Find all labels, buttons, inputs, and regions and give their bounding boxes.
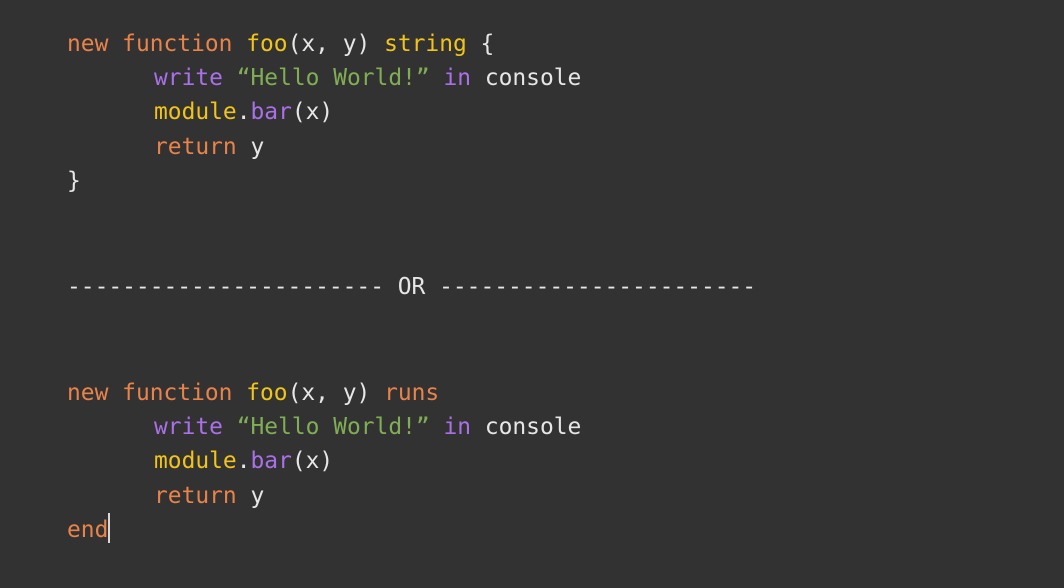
- code-line[interactable]: return y: [154, 130, 264, 164]
- code-line[interactable]: new function foo(x, y) string {: [67, 27, 494, 61]
- code-line[interactable]: end: [67, 513, 110, 547]
- code-token: foo: [246, 380, 288, 406]
- code-token: .: [236, 448, 251, 474]
- code-line[interactable]: write “Hello World!” in console: [154, 410, 581, 444]
- code-line[interactable]: module.bar(x): [154, 95, 333, 129]
- code-token: “Hello World!”: [236, 65, 430, 91]
- code-token: foo: [246, 31, 288, 57]
- separator-line[interactable]: ----------------------- OR -------------…: [67, 270, 756, 304]
- code-token: new: [67, 31, 109, 57]
- code-token: in: [443, 414, 472, 440]
- code-token: new: [67, 380, 109, 406]
- code-token: module: [154, 99, 237, 125]
- code-token: write: [154, 414, 223, 440]
- code-editor[interactable]: new function foo(x, y) string { write “H…: [0, 0, 1064, 588]
- code-token: (x): [291, 448, 334, 474]
- code-token: {: [466, 31, 495, 57]
- code-token: .: [236, 99, 251, 125]
- code-line[interactable]: }: [67, 164, 81, 198]
- code-token: bar: [250, 448, 292, 474]
- code-token: (x, y): [287, 31, 385, 57]
- code-line[interactable]: module.bar(x): [154, 444, 333, 478]
- code-token: function: [122, 380, 233, 406]
- code-token: return: [154, 134, 237, 160]
- code-token: y: [236, 134, 265, 160]
- code-token: console: [471, 65, 582, 91]
- code-token: “Hello World!”: [236, 414, 430, 440]
- code-token: end: [67, 517, 109, 543]
- code-token: return: [154, 483, 237, 509]
- code-token: runs: [384, 380, 440, 406]
- code-token: console: [471, 414, 582, 440]
- text-cursor: [108, 513, 110, 543]
- code-token: function: [122, 31, 233, 57]
- code-token: module: [154, 448, 237, 474]
- code-token: }: [67, 168, 81, 194]
- code-token: string: [384, 31, 467, 57]
- code-line[interactable]: return y: [154, 479, 264, 513]
- code-token: bar: [250, 99, 292, 125]
- code-line[interactable]: write “Hello World!” in console: [154, 61, 581, 95]
- code-token: (x): [291, 99, 334, 125]
- code-token: (x, y): [287, 380, 385, 406]
- code-line[interactable]: new function foo(x, y) runs: [67, 376, 439, 410]
- code-token: in: [443, 65, 472, 91]
- code-token: write: [154, 65, 223, 91]
- code-token: y: [236, 483, 265, 509]
